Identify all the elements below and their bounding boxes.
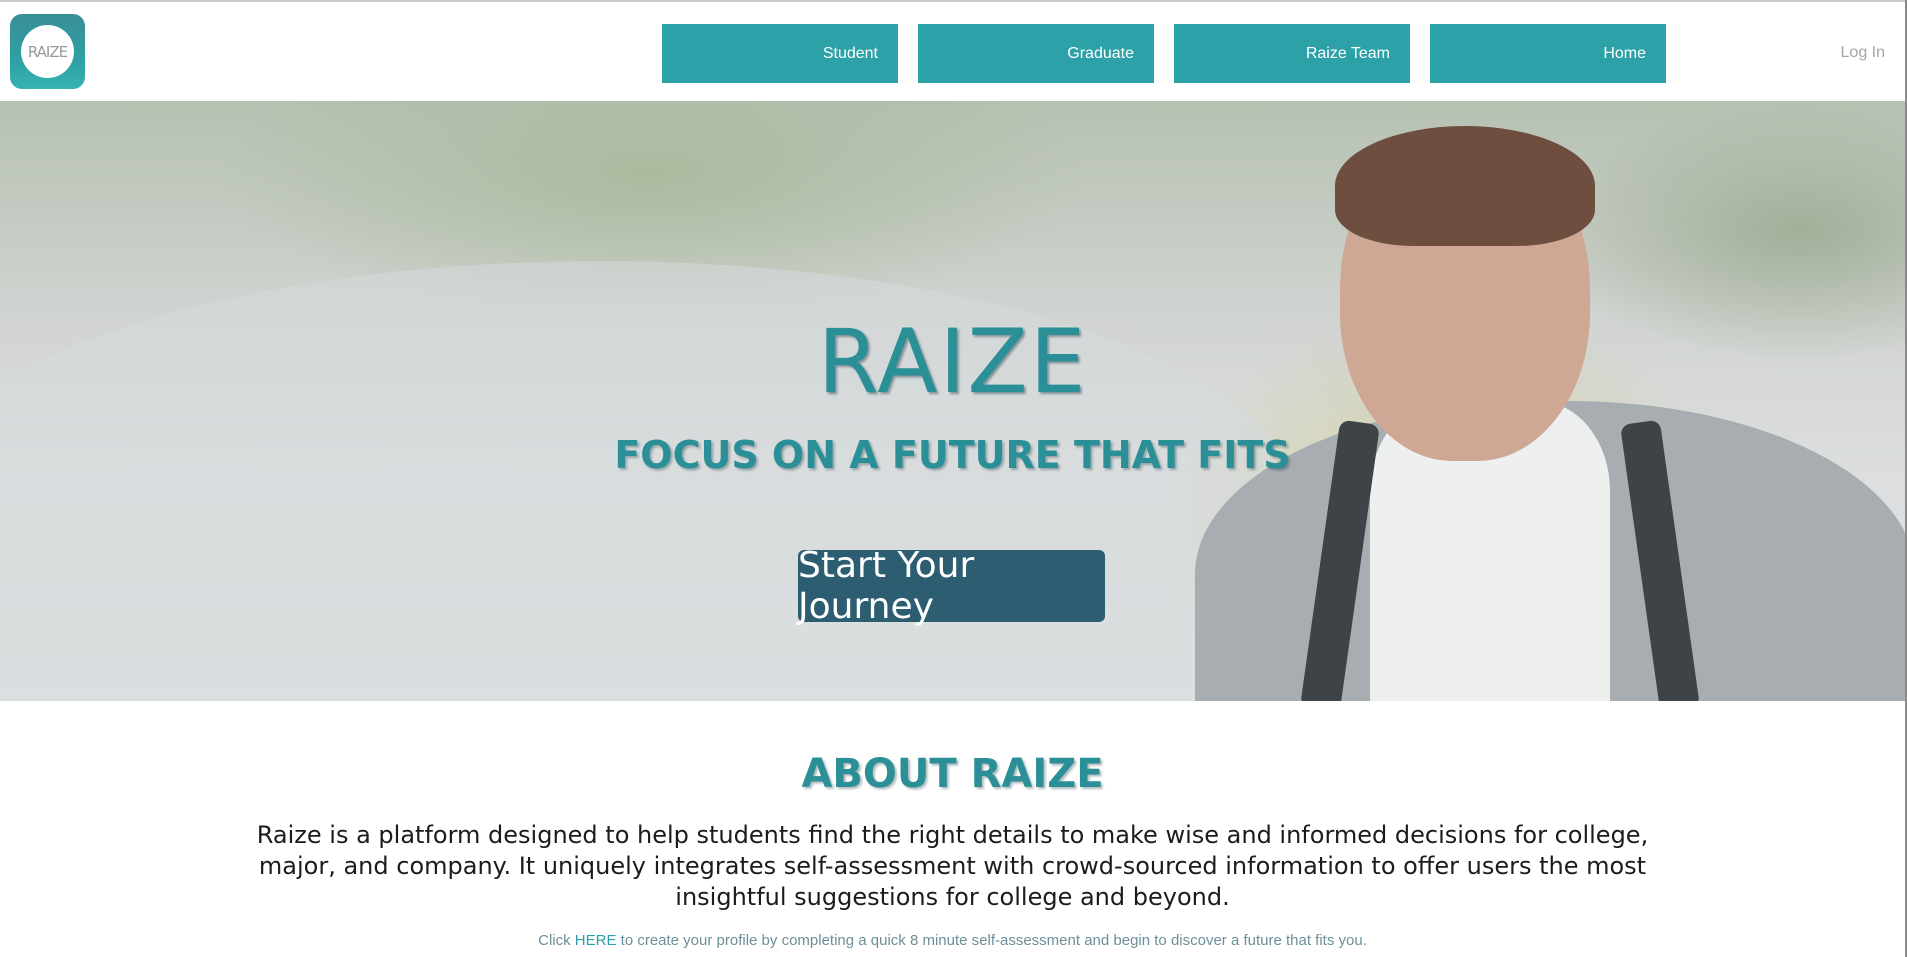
start-journey-label: Start Your Journey <box>798 545 975 627</box>
nav-raize-team-button[interactable]: Raize Team <box>1174 24 1410 83</box>
nav-home-button[interactable]: Home <box>1430 24 1666 83</box>
nav-graduate-label: Graduate <box>1067 44 1134 62</box>
nav-graduate-button[interactable]: Graduate <box>918 24 1154 83</box>
hero-title: RAIZE <box>817 310 1088 413</box>
login-link[interactable]: Log In <box>1841 44 1885 62</box>
nav-home-label: Home <box>1603 44 1646 62</box>
logo-text: RAIZE <box>27 42 68 61</box>
about-heading: ABOUT RAIZE <box>801 751 1104 797</box>
nav-raize-team-label: Raize Team <box>1305 44 1390 62</box>
note-prefix: Click <box>538 932 575 949</box>
about-description: Raize is a platform designed to help stu… <box>256 821 1649 911</box>
logo-circle: RAIZE <box>21 25 74 78</box>
hero-person-hair <box>1335 126 1595 246</box>
top-navigation-bar: RAIZE Student Graduate Raize Team Home L… <box>0 0 1907 101</box>
note-suffix: to create your profile by completing a q… <box>616 932 1367 949</box>
hero-subtitle: FOCUS ON A FUTURE THAT FITS <box>614 433 1291 477</box>
nav-student-button[interactable]: Student <box>662 24 898 83</box>
profile-cta-note: Click HERE to create your profile by com… <box>0 932 1905 949</box>
raize-logo[interactable]: RAIZE <box>10 14 85 89</box>
nav-student-label: Student <box>822 44 878 62</box>
start-journey-button[interactable]: Start Your Journey <box>798 545 1105 627</box>
here-link[interactable]: HERE <box>575 932 617 949</box>
